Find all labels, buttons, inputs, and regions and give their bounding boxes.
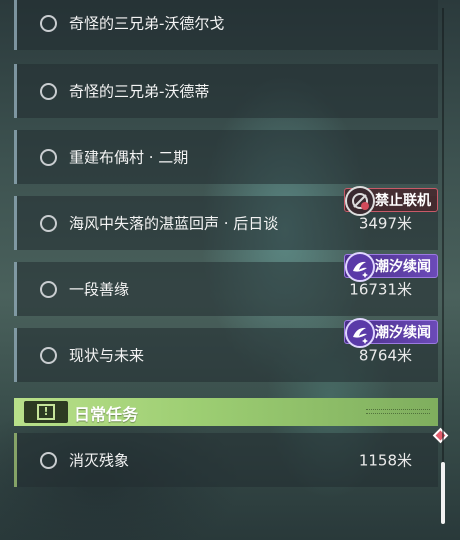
tide-story-tag: 潮汐续闻 <box>344 252 438 282</box>
quest-title: 重建布偶村 · 二期 <box>69 148 189 167</box>
scrollbar-track[interactable] <box>442 8 444 524</box>
quest-title: 奇怪的三兄弟-沃德尔戈 <box>69 14 225 33</box>
quest-title: 海风中失落的湛蓝回声 · 后日谈 <box>69 214 279 233</box>
tag-label: 潮汐续闻 <box>375 259 431 275</box>
quest-list: 奇怪的三兄弟-沃德尔戈 奇怪的三兄弟-沃德蒂 重建布偶村 · 二期 海风中失落的… <box>14 0 449 540</box>
quest-distance: 1158米 <box>358 451 412 470</box>
quest-title: 现状与未来 <box>69 346 145 365</box>
quest-title: 消灭残象 <box>69 451 130 470</box>
no-multiplayer-tag: 禁止联机 <box>344 186 438 216</box>
alert-icon: ! <box>24 401 68 423</box>
section-title: 日常任务 <box>74 405 139 424</box>
untracked-circle-icon <box>40 214 57 232</box>
quest-edge <box>14 262 17 316</box>
quest-title: 一段善缘 <box>69 280 130 299</box>
alert-icon-glyph: ! <box>37 404 55 420</box>
tag-label: 潮汐续闻 <box>375 325 431 341</box>
tide-story-icon <box>345 318 375 348</box>
tag-label: 禁止联机 <box>375 193 431 209</box>
quest-edge <box>14 433 17 487</box>
quest-edge <box>14 130 17 184</box>
tide-story-icon <box>345 252 375 282</box>
quest-item[interactable]: 消灭残象 1158米 <box>14 433 438 487</box>
quest-item[interactable]: 重建布偶村 · 二期 <box>14 130 438 184</box>
quest-item[interactable]: 奇怪的三兄弟-沃德尔戈 <box>14 0 438 50</box>
untracked-circle-icon <box>40 82 57 100</box>
quest-distance: 3497米 <box>358 214 412 233</box>
quest-item[interactable]: 奇怪的三兄弟-沃德蒂 <box>14 64 438 118</box>
quest-edge <box>14 328 17 382</box>
quest-edge <box>14 0 17 50</box>
decorative-lines <box>366 409 430 414</box>
quest-item[interactable]: 现状与未来 8764米 潮汐续闻 <box>14 318 438 382</box>
scrollbar-thumb[interactable] <box>441 462 445 524</box>
untracked-circle-icon <box>40 451 57 469</box>
untracked-circle-icon <box>40 148 57 166</box>
untracked-circle-icon <box>40 14 57 32</box>
quest-distance: 8764米 <box>358 346 412 365</box>
quest-title: 奇怪的三兄弟-沃德蒂 <box>69 82 210 101</box>
quest-item[interactable]: 海风中失落的湛蓝回声 · 后日谈 3497米 禁止联机 <box>14 186 438 250</box>
quest-edge <box>14 196 17 250</box>
tide-story-tag: 潮汐续闻 <box>344 318 438 348</box>
untracked-circle-icon <box>40 346 57 364</box>
daily-section-header[interactable]: ! 日常任务 <box>14 398 438 426</box>
untracked-circle-icon <box>40 280 57 298</box>
quest-edge <box>14 64 17 118</box>
quest-item[interactable]: 一段善缘 16731米 潮汐续闻 <box>14 252 438 316</box>
no-multiplayer-icon <box>345 186 375 216</box>
